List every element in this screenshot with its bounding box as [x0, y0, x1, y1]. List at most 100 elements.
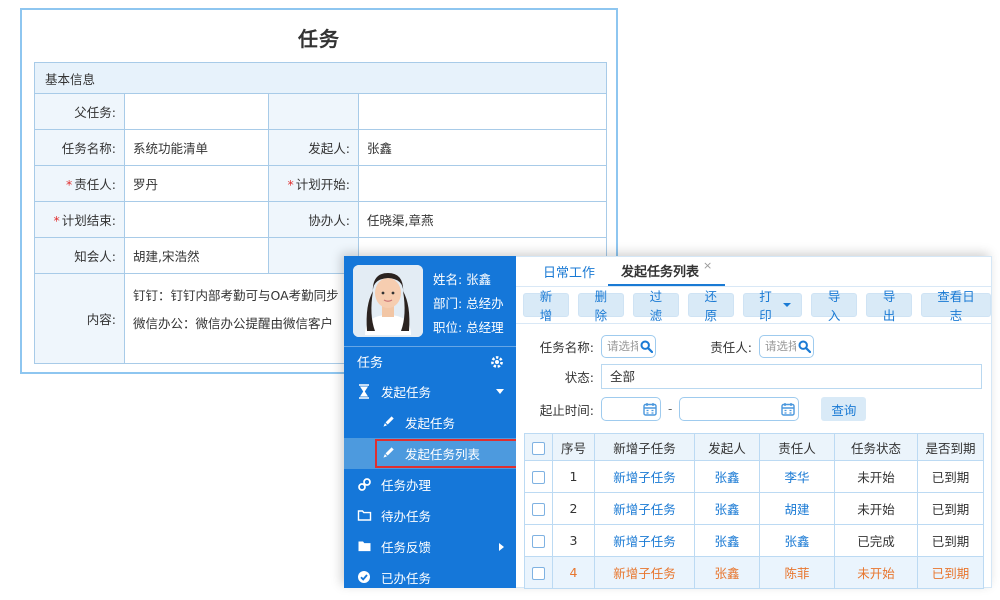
export-button[interactable]: 导出	[866, 293, 912, 317]
initiator-link[interactable]: 张鑫	[695, 493, 760, 525]
row-checkbox[interactable]	[532, 503, 545, 516]
cell-no: 3	[553, 525, 595, 557]
column-header-status: 任务状态	[835, 434, 918, 461]
folder-icon	[357, 539, 372, 554]
restore-button[interactable]: 还原	[688, 293, 734, 317]
table-row-3: 3 新增子任务 张鑫 张鑫 已完成 已到期	[525, 525, 984, 557]
filter-area: 任务名称: 责任人:	[516, 324, 991, 424]
task-table: 序号 新增子任务 发起人 责任人 任务状态 是否到期 1 新增子任务 张鑫 李华…	[524, 433, 984, 589]
folder-open-icon	[357, 508, 372, 523]
owner-filter	[759, 335, 814, 358]
status-select[interactable]: 全部	[601, 364, 982, 389]
owner-link[interactable]: 张鑫	[760, 525, 835, 557]
sidebar-item-initiate-task-group[interactable]: 发起任务	[344, 376, 516, 407]
import-button[interactable]: 导入	[811, 293, 857, 317]
sidebar-item-label: 发起任务	[381, 382, 431, 401]
chevron-right-icon	[499, 543, 504, 551]
owner-link[interactable]: 李华	[760, 461, 835, 493]
plan-end-value[interactable]	[125, 202, 269, 238]
hourglass-icon	[357, 384, 372, 399]
row-checkbox[interactable]	[532, 535, 545, 548]
search-icon[interactable]	[640, 340, 653, 353]
cell-due: 已到期	[918, 525, 984, 557]
search-icon[interactable]	[798, 340, 811, 353]
task-name-value[interactable]: 系统功能清单	[125, 130, 269, 166]
tab-bar: 日常工作 发起任务列表 ×	[516, 257, 991, 287]
row-checkbox[interactable]	[532, 471, 545, 484]
plan-start-value[interactable]	[359, 166, 607, 202]
sidebar-item-task-handling[interactable]: 任务办理	[344, 469, 516, 500]
cell-due: 已到期	[918, 557, 984, 589]
cell-status: 已完成	[835, 525, 918, 557]
form-row-plan-end: *计划结束: 协办人: 任晓渠,章燕	[35, 202, 607, 238]
add-child-task-link[interactable]: 新增子任务	[595, 557, 695, 589]
table-row-1: 1 新增子任务 张鑫 李华 未开始 已到期	[525, 461, 984, 493]
owner-link[interactable]: 陈菲	[760, 557, 835, 589]
check-circle-icon	[357, 570, 372, 585]
table-row-2: 2 新增子任务 张鑫 胡建 未开始 已到期	[525, 493, 984, 525]
main-panel: 日常工作 发起任务列表 × 新增 删除 过滤 还原 打印 导入 导出 查看日志	[516, 256, 992, 588]
sidebar-item-completed-tasks[interactable]: 已办任务	[344, 562, 516, 593]
content-label: 内容:	[35, 274, 125, 364]
status-filter-label: 状态:	[516, 367, 594, 386]
header-checkbox-cell	[525, 434, 553, 461]
sidebar-item-pending-tasks[interactable]: 待办任务	[344, 500, 516, 531]
filter-row-name-owner: 任务名称: 责任人:	[516, 331, 991, 361]
sidebar-item-initiate-task-list[interactable]: 发起任务列表	[344, 438, 516, 469]
owner-link[interactable]: 胡建	[760, 493, 835, 525]
initiator-link[interactable]: 张鑫	[695, 557, 760, 589]
add-child-task-link[interactable]: 新增子任务	[595, 525, 695, 557]
form-title: 任务	[22, 23, 616, 52]
sidebar-item-label: 任务办理	[381, 475, 431, 494]
task-name-filter	[601, 335, 656, 358]
chevron-down-icon	[496, 389, 504, 394]
plan-end-label: *计划结束:	[35, 202, 125, 238]
search-button[interactable]: 查询	[821, 397, 866, 421]
add-child-task-link[interactable]: 新增子任务	[595, 493, 695, 525]
empty-label	[269, 94, 359, 130]
delete-button[interactable]: 删除	[578, 293, 624, 317]
form-row-task-name: 任务名称: 系统功能清单 发起人: 张鑫	[35, 130, 607, 166]
pencil-icon	[381, 415, 396, 430]
co-organizer-value[interactable]: 任晓渠,章燕	[359, 202, 607, 238]
parent-task-value[interactable]	[125, 94, 269, 130]
cell-status: 未开始	[835, 461, 918, 493]
sidebar-item-task-feedback[interactable]: 任务反馈	[344, 531, 516, 562]
sidebar-item-label: 发起任务列表	[405, 444, 480, 463]
select-all-checkbox[interactable]	[532, 442, 545, 455]
date-range-separator: -	[668, 402, 672, 416]
add-child-task-link[interactable]: 新增子任务	[595, 461, 695, 493]
co-organizer-label: 协办人:	[269, 202, 359, 238]
tab-daily-work[interactable]: 日常工作	[530, 257, 608, 286]
parent-task-label: 父任务:	[35, 94, 125, 130]
close-icon[interactable]: ×	[703, 259, 712, 272]
empty-value	[359, 94, 607, 130]
cell-due: 已到期	[918, 493, 984, 525]
cell-status: 未开始	[835, 557, 918, 589]
owner-value[interactable]: 罗丹	[125, 166, 269, 202]
add-button[interactable]: 新增	[523, 293, 569, 317]
sidebar-item-label: 发起任务	[405, 413, 455, 432]
toolbar: 新增 删除 过滤 还原 打印 导入 导出 查看日志	[516, 287, 991, 324]
form-row-owner: *责任人: 罗丹 *计划开始:	[35, 166, 607, 202]
row-checkbox[interactable]	[532, 567, 545, 580]
profile-info: 姓名: 张鑫 部门: 总经办 职位: 总经理	[433, 265, 504, 338]
filter-row-date-range: 起止时间: -	[516, 394, 991, 424]
calendar-icon[interactable]	[643, 402, 657, 416]
print-button[interactable]: 打印	[743, 293, 802, 317]
profile-position: 职位: 总经理	[433, 316, 504, 340]
view-log-button[interactable]: 查看日志	[921, 293, 991, 317]
calendar-icon[interactable]	[781, 402, 795, 416]
filter-button[interactable]: 过滤	[633, 293, 679, 317]
task-name-filter-label: 任务名称:	[516, 337, 594, 356]
filter-row-status: 状态: 全部	[516, 361, 991, 391]
sidebar-item-initiate-task[interactable]: 发起任务	[344, 407, 516, 438]
sidebar-section-title: 任务	[357, 352, 383, 371]
gear-icon[interactable]	[490, 355, 504, 369]
table-row-4: 4 新增子任务 张鑫 陈菲 未开始 已到期	[525, 557, 984, 589]
tab-initiate-task-list[interactable]: 发起任务列表 ×	[608, 257, 725, 286]
sidebar: 姓名: 张鑫 部门: 总经办 职位: 总经理 任务 发起任务	[344, 256, 516, 588]
informed-value[interactable]: 胡建,宋浩然	[125, 238, 269, 274]
initiator-link[interactable]: 张鑫	[695, 461, 760, 493]
initiator-link[interactable]: 张鑫	[695, 525, 760, 557]
